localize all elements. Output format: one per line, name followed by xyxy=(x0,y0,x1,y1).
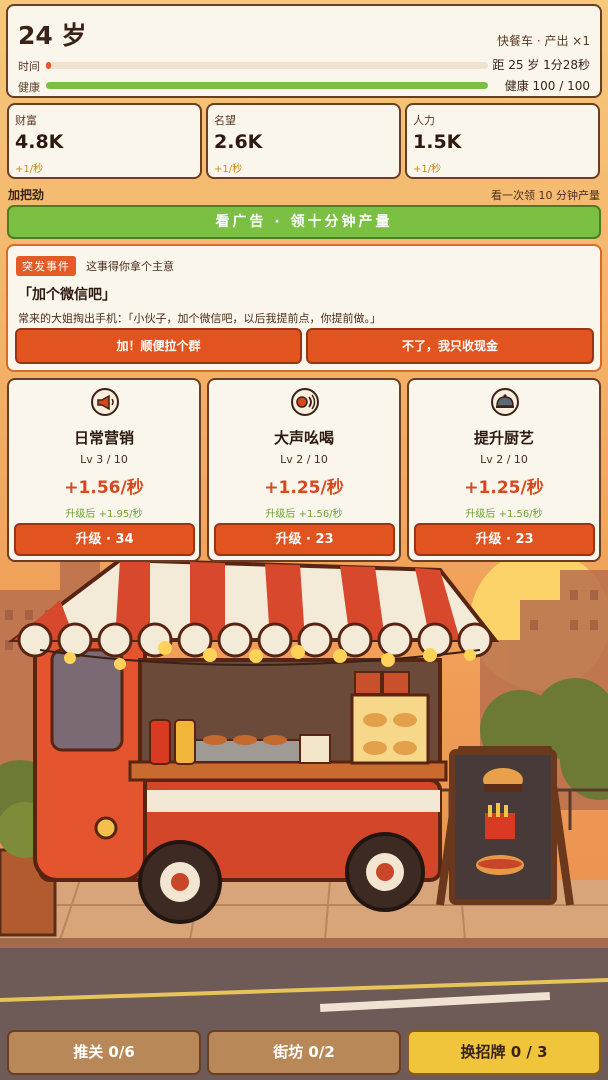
upgrade-card-marketing: 日常营销 Lv 3 / 10 +1.56/秒 升级后 +1.95/秒 升级 · … xyxy=(7,378,201,562)
stat-value: 4.8K xyxy=(15,131,64,153)
shout-icon xyxy=(291,388,319,416)
time-bar-fill xyxy=(46,62,52,69)
time-label: 时间 xyxy=(18,60,40,73)
stat-rate: +1/秒 xyxy=(15,164,44,175)
stat-value: 2.6K xyxy=(214,131,263,153)
event-title: 「加个微信吧」 xyxy=(18,287,116,303)
upgrade-card-cooking: 提升厨艺 Lv 2 / 10 +1.25/秒 升级后 +1.56/秒 升级 · … xyxy=(407,378,601,562)
upgrade-card-shout: 大声吆喝 Lv 2 / 10 +1.25/秒 升级后 +1.56/秒 升级 · … xyxy=(207,378,401,562)
upgrade-level: Lv 3 / 10 xyxy=(80,453,128,466)
status-header: 24 岁 快餐车 · 产出 ×1 时间 距 25 岁 1分28秒 健康 健康 1… xyxy=(6,4,602,98)
upgrade-button[interactable]: 升级 · 23 xyxy=(214,523,395,556)
cloche-icon xyxy=(491,388,519,416)
megaphone-icon xyxy=(91,388,119,416)
nav-tuiguan-button[interactable]: 推关 0/6 xyxy=(7,1030,201,1075)
event-subtitle: 这事得你拿个主意 xyxy=(86,260,174,273)
upgrade-button[interactable]: 升级 · 34 xyxy=(14,523,195,556)
boost-title: 加把劲 xyxy=(8,188,45,202)
upgrade-name: 日常营销 xyxy=(73,429,134,447)
health-bar-fill xyxy=(46,82,488,89)
upgrade-rate: +1.56/秒 xyxy=(64,478,144,498)
stat-value: 1.5K xyxy=(413,131,462,153)
event-option-decline-button[interactable]: 不了，我只收现金 xyxy=(306,328,594,364)
stat-wealth: 财富 4.8K +1/秒 xyxy=(7,103,202,179)
health-label: 健康 xyxy=(18,81,40,94)
nav-jiefang-button[interactable]: 街坊 0/2 xyxy=(207,1030,401,1075)
upgrade-rate: +1.25/秒 xyxy=(264,478,344,498)
upgrade-name: 提升厨艺 xyxy=(473,429,534,447)
upgrade-button[interactable]: 升级 · 23 xyxy=(414,523,595,556)
event-body: 常来的大姐掏出手机：「小伙子，加个微信吧，以后我提前点，你提前做。」 xyxy=(18,312,381,325)
boost-note: 看一次领 10 分钟产量 xyxy=(491,189,600,202)
event-card: 突发事件 这事得你拿个主意 「加个微信吧」 常来的大姐掏出手机：「小伙子，加个微… xyxy=(6,244,602,372)
stat-rate: +1/秒 xyxy=(413,164,442,175)
stat-label: 名望 xyxy=(214,114,236,127)
health-bar xyxy=(46,82,488,89)
upgrade-next-rate: 升级后 +1.56/秒 xyxy=(465,509,543,520)
watch-ad-button[interactable]: 看广告 · 领十分钟产量 xyxy=(7,205,601,239)
health-value: 健康 100 / 100 xyxy=(504,79,590,93)
stat-manpower: 人力 1.5K +1/秒 xyxy=(405,103,600,179)
stat-label: 财富 xyxy=(15,114,37,127)
upgrade-name: 大声吆喝 xyxy=(273,429,334,447)
upgrade-next-rate: 升级后 +1.95/秒 xyxy=(65,509,143,520)
event-option-accept-button[interactable]: 加！顺便拉个群 xyxy=(15,328,302,364)
nav-signboard-button[interactable]: 换招牌 0 / 3 xyxy=(407,1030,601,1075)
age-display: 24 岁 xyxy=(18,21,87,50)
time-remaining: 距 25 岁 1分28秒 xyxy=(492,58,590,72)
upgrade-next-rate: 升级后 +1.56/秒 xyxy=(265,509,343,520)
stat-label: 人力 xyxy=(413,114,435,127)
upgrade-level: Lv 2 / 10 xyxy=(280,453,328,466)
time-bar xyxy=(46,62,488,69)
stat-reputation: 名望 2.6K +1/秒 xyxy=(206,103,401,179)
business-meta: 快餐车 · 产出 ×1 xyxy=(497,34,590,48)
upgrade-level: Lv 2 / 10 xyxy=(480,453,528,466)
event-tag: 突发事件 xyxy=(16,256,76,276)
stat-rate: +1/秒 xyxy=(214,164,243,175)
upgrade-rate: +1.25/秒 xyxy=(464,478,544,498)
